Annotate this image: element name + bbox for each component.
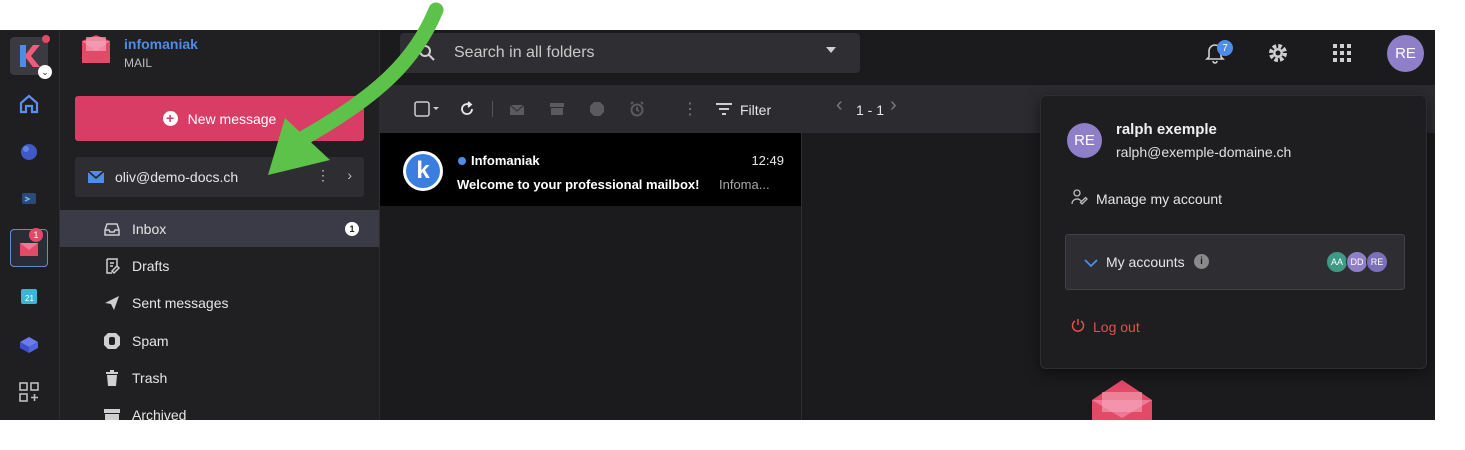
logout-label: Log out [1093, 318, 1140, 335]
panel-avatar: RE [1067, 123, 1102, 158]
message-row[interactable]: k Infomaniak 12:49 Welcome to your profe… [380, 133, 801, 206]
toolbar-divider [492, 101, 493, 117]
gear-icon[interactable] [1265, 40, 1291, 66]
sender-avatar: k [403, 151, 443, 191]
svg-text:21: 21 [25, 294, 34, 303]
archive-icon [103, 406, 121, 420]
add-apps-icon[interactable] [10, 373, 48, 411]
folder-sidebar: infomaniak MAIL + New message oliv@demo-… [60, 30, 380, 420]
drafts-icon [103, 257, 121, 275]
unread-dot [458, 157, 466, 165]
message-preview: Infoma... [719, 177, 770, 192]
folder-archived[interactable]: Archived [60, 396, 379, 420]
notification-dot [42, 35, 50, 43]
account-avatar-re: RE [1366, 251, 1388, 273]
calendar-icon[interactable]: 21 [10, 277, 48, 315]
trash-icon [103, 369, 121, 387]
top-bar: Search in all folders 7 RE [380, 30, 1435, 85]
snooze-alarm-icon[interactable] [629, 101, 645, 117]
chevron-right-icon[interactable]: › [890, 94, 897, 116]
refresh-icon[interactable] [459, 101, 475, 117]
message-time: 12:49 [751, 153, 784, 168]
message-subject: Welcome to your professional mailbox! [457, 177, 700, 192]
info-icon[interactable]: i [1194, 254, 1209, 269]
search-options-caret-icon[interactable] [826, 47, 836, 53]
logout-button[interactable]: Log out [1071, 318, 1140, 335]
infomaniak-k-icon: k [406, 154, 440, 188]
chevron-down-icon [1084, 255, 1098, 273]
account-avatar-aa: AA [1326, 251, 1348, 273]
ksuite-logo-icon[interactable]: ⌄ [10, 35, 52, 79]
envelope-icon [87, 170, 105, 184]
manage-account-label: Manage my account [1096, 190, 1223, 207]
message-list: k Infomaniak 12:49 Welcome to your profe… [380, 133, 802, 420]
send-icon [103, 294, 121, 312]
account-email-address: ralph@exemple-domaine.ch [1116, 144, 1292, 160]
mail-badge: 1 [29, 228, 43, 242]
archive-toolbar-icon[interactable] [549, 101, 565, 117]
spam-hand-icon [103, 332, 121, 350]
message-sender: Infomaniak [471, 153, 540, 168]
chevron-right-icon[interactable]: › [347, 167, 352, 183]
power-icon [1071, 318, 1085, 335]
search-input[interactable]: Search in all folders [400, 33, 860, 73]
folder-label: Sent messages [132, 294, 229, 311]
account-avatar-dd: DD [1346, 251, 1368, 273]
mark-read-icon[interactable] [509, 101, 525, 117]
mail-app-icon[interactable]: 1 [10, 228, 48, 267]
my-accounts-section[interactable]: My accounts i AA DD RE [1065, 234, 1405, 290]
apps-grid-icon[interactable] [1329, 40, 1355, 66]
new-message-label: New message [187, 110, 277, 127]
account-selector[interactable]: oliv@demo-docs.ch ⋮ › [75, 157, 364, 197]
account-name: ralph exemple [1116, 121, 1217, 138]
folder-label: Spam [132, 332, 169, 349]
folder-label: Inbox [132, 220, 167, 237]
account-email: oliv@demo-docs.ch [115, 169, 239, 185]
brand-name: infomaniak [124, 36, 198, 52]
product-name: MAIL [124, 56, 153, 70]
filter-button[interactable]: Filter [740, 102, 771, 118]
folder-label: Trash [132, 369, 168, 386]
home-icon[interactable] [10, 85, 48, 123]
more-vertical-icon[interactable]: ⋮ [316, 167, 330, 184]
folder-inbox[interactable]: Inbox 1 [60, 210, 379, 247]
notification-count-badge: 7 [1217, 40, 1233, 56]
account-dropdown-panel: RE ralph exemple ralph@exemple-domaine.c… [1040, 95, 1427, 369]
app-rail: ⌄ 1 21 [0, 30, 60, 420]
chat-icon[interactable] [10, 180, 48, 218]
more-vertical-icon[interactable]: ⋮ [682, 101, 698, 118]
planet-icon[interactable] [10, 133, 48, 171]
search-placeholder: Search in all folders [454, 44, 595, 61]
drive-icon[interactable] [10, 325, 48, 363]
folder-spam[interactable]: Spam [60, 322, 379, 359]
manage-account-link[interactable]: Manage my account [1071, 189, 1222, 208]
spam-toolbar-icon[interactable] [589, 101, 605, 117]
mail-logo-icon [78, 33, 114, 74]
select-all-checkbox[interactable] [414, 101, 440, 117]
user-edit-icon [1071, 189, 1088, 208]
empty-state-envelope-illustration [1090, 378, 1154, 420]
mail-app-window: ⌄ 1 21 infomaniak MAIL + New message oli… [0, 30, 1435, 420]
inbox-count-badge: 1 [345, 222, 359, 236]
folder-label: Drafts [132, 257, 170, 274]
search-icon [418, 44, 436, 67]
filter-icon[interactable] [716, 101, 732, 117]
plus-icon: + [162, 111, 178, 126]
folder-drafts[interactable]: Drafts [60, 247, 379, 284]
new-message-button[interactable]: + New message [75, 96, 364, 141]
folder-sent[interactable]: Sent messages [60, 284, 379, 321]
inbox-icon [103, 220, 121, 238]
folder-label: Archived [132, 406, 187, 421]
pagination-text: 1 - 1 [856, 102, 885, 118]
user-avatar[interactable]: RE [1387, 35, 1424, 72]
chevron-down-icon[interactable]: ⌄ [38, 65, 52, 79]
my-accounts-label: My accounts [1106, 254, 1185, 270]
folder-trash[interactable]: Trash [60, 359, 379, 396]
chevron-left-icon[interactable]: ‹ [836, 94, 843, 116]
